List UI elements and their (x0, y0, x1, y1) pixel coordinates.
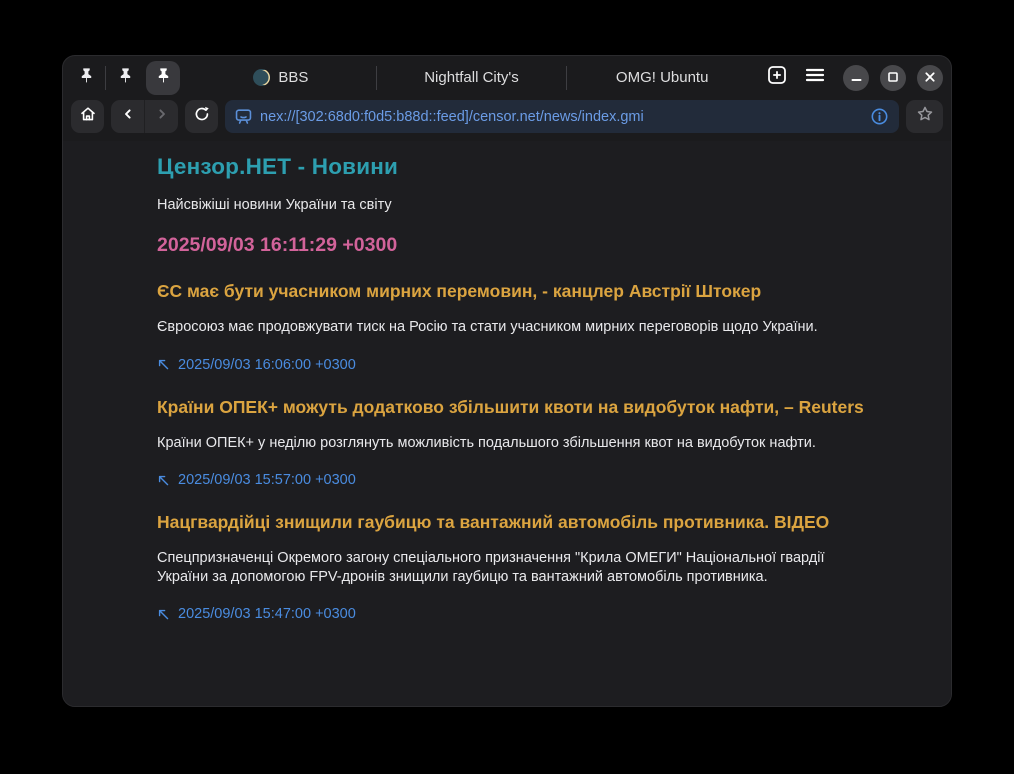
news-item: Нацгвардійці знищили гаубицю та вантажни… (157, 512, 911, 622)
pinned-tab-1[interactable] (73, 65, 99, 91)
tab-nightfall-citys[interactable]: Nightfall City's (377, 56, 567, 99)
pushpin-icon (155, 67, 172, 89)
refresh-icon (193, 105, 211, 128)
news-timestamp: 2025/09/03 16:06:00 +0300 (178, 357, 356, 373)
news-timestamp-link[interactable]: 2025/09/03 15:47:00 +0300 (157, 606, 356, 622)
close-x-icon (925, 69, 935, 87)
home-button[interactable] (71, 100, 104, 133)
news-summary: Країни ОПЕК+ у неділю розглянуть можливі… (157, 434, 825, 453)
menu-button[interactable] (805, 67, 825, 88)
star-icon (916, 105, 934, 128)
news-title: ЄС має бути учасником мирних перемовин, … (157, 281, 911, 302)
monitor-icon (234, 107, 253, 126)
news-summary: Спецпризначенці Окремого загону спеціаль… (157, 549, 825, 586)
pushpin-icon (78, 67, 95, 89)
arrow-up-left-icon (157, 608, 170, 621)
bookmark-button[interactable] (906, 100, 943, 133)
tab-label: Nightfall City's (424, 69, 519, 86)
tab-label: BBS (278, 69, 308, 86)
news-timestamp-link[interactable]: 2025/09/03 16:06:00 +0300 (157, 357, 356, 373)
arrow-up-left-icon (157, 474, 170, 487)
tab-bbs[interactable]: BBS (186, 56, 376, 99)
news-timestamp: 2025/09/03 15:57:00 +0300 (178, 472, 356, 488)
pinned-tab-2[interactable] (112, 65, 138, 91)
news-timestamp: 2025/09/03 15:47:00 +0300 (178, 606, 356, 622)
hamburger-menu-icon (805, 67, 825, 88)
url-text: nex://[302:68d0:f0d5:b88d::feed]/censor.… (260, 109, 863, 125)
maximize-button[interactable] (880, 65, 906, 91)
back-button[interactable] (111, 100, 144, 133)
news-title: Нацгвардійці знищили гаубицю та вантажни… (157, 512, 911, 533)
chevron-right-icon (155, 107, 169, 126)
reload-button[interactable] (185, 100, 218, 133)
forward-button-disabled[interactable] (145, 100, 178, 133)
tab-omg-ubuntu[interactable]: OMG! Ubuntu (567, 56, 757, 99)
close-button[interactable] (917, 65, 943, 91)
navigation-bar: nex://[302:68d0:f0d5:b88d::feed]/censor.… (63, 99, 951, 141)
news-timestamp-link[interactable]: 2025/09/03 15:57:00 +0300 (157, 472, 356, 488)
home-icon (79, 105, 97, 128)
tab-label: OMG! Ubuntu (616, 69, 709, 86)
chevron-left-icon (121, 107, 135, 126)
pushpin-icon (117, 67, 134, 89)
waning-crescent-moon-favicon (253, 69, 270, 86)
feed-updated-heading: 2025/09/03 16:11:29 +0300 (157, 234, 911, 257)
minimize-dash-icon (851, 69, 862, 87)
page-subtitle: Найсвіжіші новини України та світу (157, 197, 911, 213)
arrow-up-left-icon (157, 358, 170, 371)
pinned-tab-3-active[interactable] (146, 61, 180, 95)
page-content: Цензор.НЕТ - Новини Найсвіжіші новини Ук… (63, 141, 951, 706)
new-tab-button[interactable] (767, 65, 787, 90)
pin-separator (105, 66, 106, 90)
news-summary: Євросоюз має продовжувати тиск на Росію … (157, 318, 825, 337)
page-title: Цензор.НЕТ - Новини (157, 154, 911, 180)
browser-window: BBS Nightfall City's OMG! Ubuntu (62, 55, 952, 707)
back-forward-group (111, 100, 178, 133)
news-item: Країни ОПЕК+ можуть додатково збільшити … (157, 397, 911, 489)
tab-strip: BBS Nightfall City's OMG! Ubuntu (186, 56, 757, 99)
minimize-button[interactable] (843, 65, 869, 91)
tab-bar: BBS Nightfall City's OMG! Ubuntu (63, 56, 951, 99)
news-item: ЄС має бути учасником мирних перемовин, … (157, 281, 911, 373)
plus-in-box-icon (767, 65, 787, 90)
news-title: Країни ОПЕК+ можуть додатково збільшити … (157, 397, 911, 418)
tabbar-controls (757, 65, 943, 91)
url-bar[interactable]: nex://[302:68d0:f0d5:b88d::feed]/censor.… (225, 100, 899, 133)
maximize-square-icon (888, 69, 898, 87)
info-circle-icon[interactable] (870, 107, 889, 126)
